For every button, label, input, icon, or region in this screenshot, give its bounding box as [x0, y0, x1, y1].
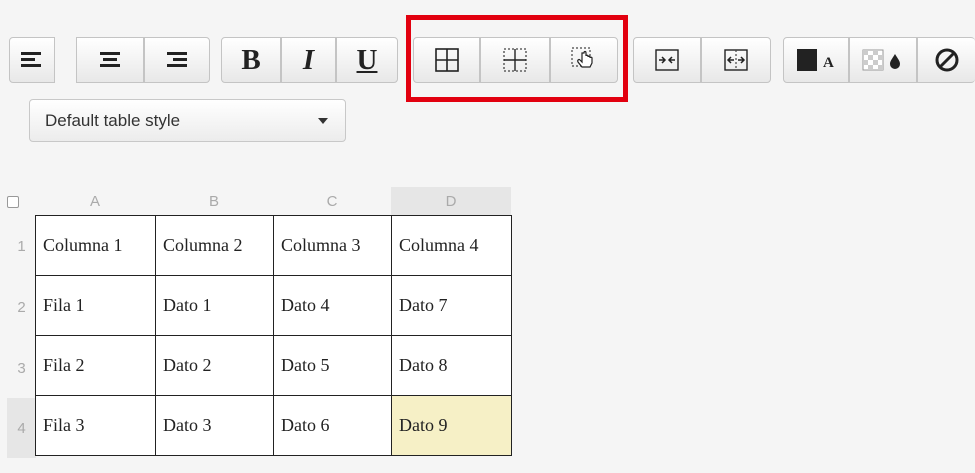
text-color-icon: A	[797, 49, 834, 71]
table-cell[interactable]: Dato 6	[273, 395, 392, 456]
row-header-1[interactable]: 1	[7, 216, 36, 277]
table-style-select[interactable]: Default table style	[29, 99, 346, 142]
align-right-button[interactable]	[144, 37, 210, 83]
column-header-a[interactable]: A	[35, 187, 155, 215]
table-row: Fila 3 Dato 3 Dato 6 Dato 9	[35, 395, 512, 456]
split-cells-icon	[724, 49, 748, 71]
data-table: Columna 1 Columna 2 Columna 3 Columna 4 …	[35, 215, 512, 456]
column-header-c[interactable]: C	[273, 187, 391, 215]
column-header-b[interactable]: B	[155, 187, 273, 215]
align-center-icon	[100, 52, 120, 67]
table-row: Columna 1 Columna 2 Columna 3 Columna 4	[35, 215, 512, 276]
table-row: Fila 2 Dato 2 Dato 5 Dato 8	[35, 335, 512, 396]
merge-cells-icon	[655, 49, 679, 71]
table-cell[interactable]: Dato 3	[155, 395, 274, 456]
highlight-frame	[406, 15, 628, 102]
row-header-3[interactable]: 3	[7, 338, 36, 398]
column-header-d[interactable]: D	[391, 187, 511, 215]
table-cell[interactable]: Columna 3	[273, 215, 392, 276]
selected-cell[interactable]: Dato 9	[391, 395, 512, 456]
bold-icon: B	[241, 43, 261, 76]
italic-icon: I	[302, 43, 315, 76]
table-cell[interactable]: Fila 3	[35, 395, 156, 456]
background-color-icon	[862, 49, 900, 71]
table-style-value: Default table style	[45, 110, 181, 130]
table-cell[interactable]: Columna 4	[391, 215, 512, 276]
table-cell[interactable]: Dato 5	[273, 335, 392, 396]
table-cell[interactable]: Columna 2	[155, 215, 274, 276]
table-row: Fila 1 Dato 1 Dato 4 Dato 7	[35, 275, 512, 336]
italic-button[interactable]: I	[281, 37, 336, 83]
table-cell[interactable]: Fila 1	[35, 275, 156, 336]
table-cell[interactable]: Dato 2	[155, 335, 274, 396]
row-header-2[interactable]: 2	[7, 277, 36, 338]
text-color-letter: A	[823, 55, 834, 71]
align-right-icon	[167, 52, 187, 67]
align-center-button[interactable]	[76, 37, 144, 83]
background-color-button[interactable]	[849, 37, 917, 83]
split-cells-button[interactable]	[701, 37, 771, 83]
align-left-icon	[21, 52, 41, 67]
underline-icon: U	[356, 43, 378, 76]
chevron-down-icon	[318, 118, 328, 124]
table-cell[interactable]: Dato 8	[391, 335, 512, 396]
select-all-checkbox[interactable]	[7, 196, 19, 208]
merge-cells-button[interactable]	[633, 37, 701, 83]
align-left-button[interactable]	[9, 37, 55, 83]
row-header-4[interactable]: 4	[7, 398, 36, 458]
table-cell[interactable]: Columna 1	[35, 215, 156, 276]
table-cell[interactable]: Fila 2	[35, 335, 156, 396]
text-color-button[interactable]: A	[783, 37, 849, 83]
clear-format-button[interactable]	[917, 37, 975, 83]
table-cell[interactable]: Dato 1	[155, 275, 274, 336]
bold-button[interactable]: B	[221, 37, 281, 83]
clear-format-icon	[935, 48, 958, 72]
table-cell[interactable]: Dato 4	[273, 275, 392, 336]
underline-button[interactable]: U	[336, 37, 398, 83]
table-cell[interactable]: Dato 7	[391, 275, 512, 336]
